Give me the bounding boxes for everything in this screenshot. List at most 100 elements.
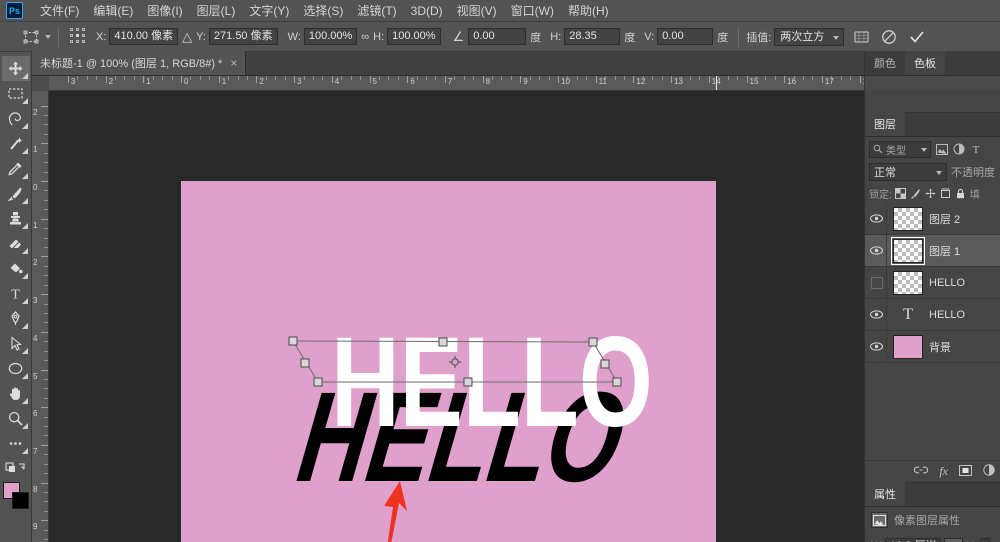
fx-icon[interactable]: fx xyxy=(939,464,948,479)
skew-v-input[interactable]: 0.00 xyxy=(657,28,714,45)
link-layers-icon[interactable] xyxy=(914,465,929,478)
visibility-toggle-icon[interactable] xyxy=(867,234,887,267)
commit-transform-icon[interactable] xyxy=(906,27,928,47)
visibility-toggle-icon[interactable] xyxy=(867,330,887,363)
layer-thumbnail[interactable] xyxy=(893,270,923,295)
transform-w-input[interactable]: 100.00% xyxy=(303,28,358,45)
pixel-filter-icon[interactable] xyxy=(935,143,948,156)
warp-icon[interactable] xyxy=(850,27,872,47)
tool-preset-chevron-icon[interactable] xyxy=(45,34,51,39)
lock-position-icon[interactable] xyxy=(925,187,937,199)
skew-h-input[interactable]: 28.35 xyxy=(564,28,621,45)
paint-bucket-tool[interactable] xyxy=(2,256,30,281)
lock-artboard-icon[interactable] xyxy=(940,187,952,199)
link-dimensions-icon[interactable] xyxy=(944,537,964,542)
menu-layer[interactable]: 图层(L) xyxy=(190,1,243,21)
menu-image[interactable]: 图像(I) xyxy=(140,1,189,21)
edit-toolbar-row[interactable] xyxy=(2,456,30,478)
menu-edit[interactable]: 编辑(E) xyxy=(86,1,140,21)
type-layer-thumbnail[interactable]: T xyxy=(893,302,923,327)
tab-color[interactable]: 颜色 xyxy=(865,51,905,75)
layer-filter-type-select[interactable]: 类型 xyxy=(869,140,931,158)
blend-mode-select[interactable]: 正常 xyxy=(869,163,947,181)
menu-type[interactable]: 文字(Y) xyxy=(242,1,296,21)
layer-row[interactable]: T HELLO xyxy=(865,298,1000,331)
layer-thumbnail[interactable] xyxy=(893,334,923,359)
lock-image-icon[interactable] xyxy=(910,187,922,199)
ruler-label: 2 xyxy=(108,77,114,86)
eraser-tool[interactable] xyxy=(2,231,30,256)
visibility-toggle-icon[interactable] xyxy=(867,298,887,331)
layer-row[interactable]: 图层 1 xyxy=(865,234,1000,267)
adjustment-filter-icon[interactable] xyxy=(952,143,965,156)
ruler-minor-tick xyxy=(44,237,48,239)
canvas-area[interactable]: HELLO HELLO 3 2 1 0 1 2 3 4 5 6 7 8 9 10… xyxy=(32,76,864,542)
horizontal-ruler[interactable]: 3210123456789101112131415161718 xyxy=(32,76,864,91)
relative-position-icon[interactable]: △ xyxy=(178,29,196,45)
layer-thumbnail[interactable] xyxy=(893,206,923,231)
tab-swatches[interactable]: 色板 xyxy=(905,51,945,75)
vertical-ruler[interactable]: 2 1 0 1 2 3 4 5 6 7 8 9 xyxy=(32,91,49,542)
lock-transparency-icon[interactable] xyxy=(895,187,907,199)
menu-file[interactable]: 文件(F) xyxy=(33,1,86,21)
hand-tool[interactable] xyxy=(2,381,30,406)
close-icon[interactable]: × xyxy=(230,56,237,70)
magic-wand-tool[interactable] xyxy=(2,131,30,156)
menu-filter[interactable]: 滤镜(T) xyxy=(350,1,403,21)
tab-layers[interactable]: 图层 xyxy=(865,112,905,136)
layer-row[interactable]: HELLO xyxy=(865,266,1000,299)
transform-y-input[interactable]: 271.50 像素 xyxy=(208,28,278,45)
shape-tool[interactable] xyxy=(2,356,30,381)
menu-help[interactable]: 帮助(H) xyxy=(561,1,616,21)
tab-properties[interactable]: 属性 xyxy=(865,482,905,506)
marquee-tool[interactable] xyxy=(2,81,30,106)
maintain-aspect-ratio-icon[interactable]: ∞ xyxy=(357,31,373,43)
document-tab[interactable]: 未标题-1 @ 100% (图层 1, RGB/8#) * × xyxy=(32,51,247,75)
layer-row[interactable]: 图层 2 xyxy=(865,202,1000,235)
lasso-tool[interactable] xyxy=(2,106,30,131)
swatches-panel[interactable] xyxy=(865,76,1000,114)
color-swatches[interactable] xyxy=(2,482,30,512)
type-tool[interactable]: T xyxy=(2,281,30,306)
cancel-transform-icon[interactable] xyxy=(878,27,900,47)
interpolation-select[interactable]: 两次立方 xyxy=(774,27,845,46)
layer-thumbnail[interactable] xyxy=(891,236,925,265)
pen-tool[interactable] xyxy=(2,306,30,331)
ruler-label: 5 xyxy=(372,77,377,86)
visibility-toggle-icon[interactable] xyxy=(867,266,887,299)
properties-w-input[interactable]: 10.2 厘米 xyxy=(885,537,942,542)
lock-all-icon[interactable] xyxy=(955,187,967,199)
brush-tool[interactable] xyxy=(2,181,30,206)
ruler-minor-tick xyxy=(793,76,795,80)
clone-stamp-tool[interactable] xyxy=(2,206,30,231)
ruler-minor-tick xyxy=(840,76,842,80)
new-adjustment-icon[interactable] xyxy=(983,464,995,479)
zoom-tool[interactable] xyxy=(2,406,30,431)
background-color-swatch[interactable] xyxy=(11,492,29,509)
eyedropper-tool[interactable] xyxy=(2,156,30,181)
menu-window[interactable]: 窗口(W) xyxy=(504,1,561,21)
menu-select[interactable]: 选择(S) xyxy=(296,1,350,21)
chevron-down-icon xyxy=(921,147,927,152)
transform-h-input[interactable]: 100.00% xyxy=(387,28,441,45)
move-tool[interactable] xyxy=(1,56,30,81)
swatches-strip[interactable] xyxy=(865,76,1000,89)
artboard[interactable]: HELLO HELLO xyxy=(181,181,716,542)
transform-x-input[interactable]: 410.00 像素 xyxy=(109,28,179,45)
more-tools[interactable] xyxy=(2,431,30,456)
type-filter-icon[interactable]: T xyxy=(969,143,982,156)
properties-h-input[interactable] xyxy=(980,537,991,542)
ruler-minor-tick xyxy=(133,76,135,80)
document-tab-strip: 未标题-1 @ 100% (图层 1, RGB/8#) * × xyxy=(32,51,864,76)
ruler-label: 13 xyxy=(674,77,683,86)
path-selection-tool[interactable] xyxy=(2,331,30,356)
menu-view[interactable]: 视图(V) xyxy=(450,1,504,21)
free-transform-icon[interactable] xyxy=(20,27,42,47)
add-mask-icon[interactable] xyxy=(959,464,972,479)
menu-3d[interactable]: 3D(D) xyxy=(404,1,450,21)
rotate-angle-input[interactable]: 0.00 xyxy=(468,28,527,45)
ruler-origin-corner[interactable] xyxy=(32,76,49,91)
visibility-toggle-icon[interactable] xyxy=(867,202,887,235)
layer-row[interactable]: 背景 xyxy=(865,330,1000,363)
reference-point-grid[interactable] xyxy=(70,27,88,46)
